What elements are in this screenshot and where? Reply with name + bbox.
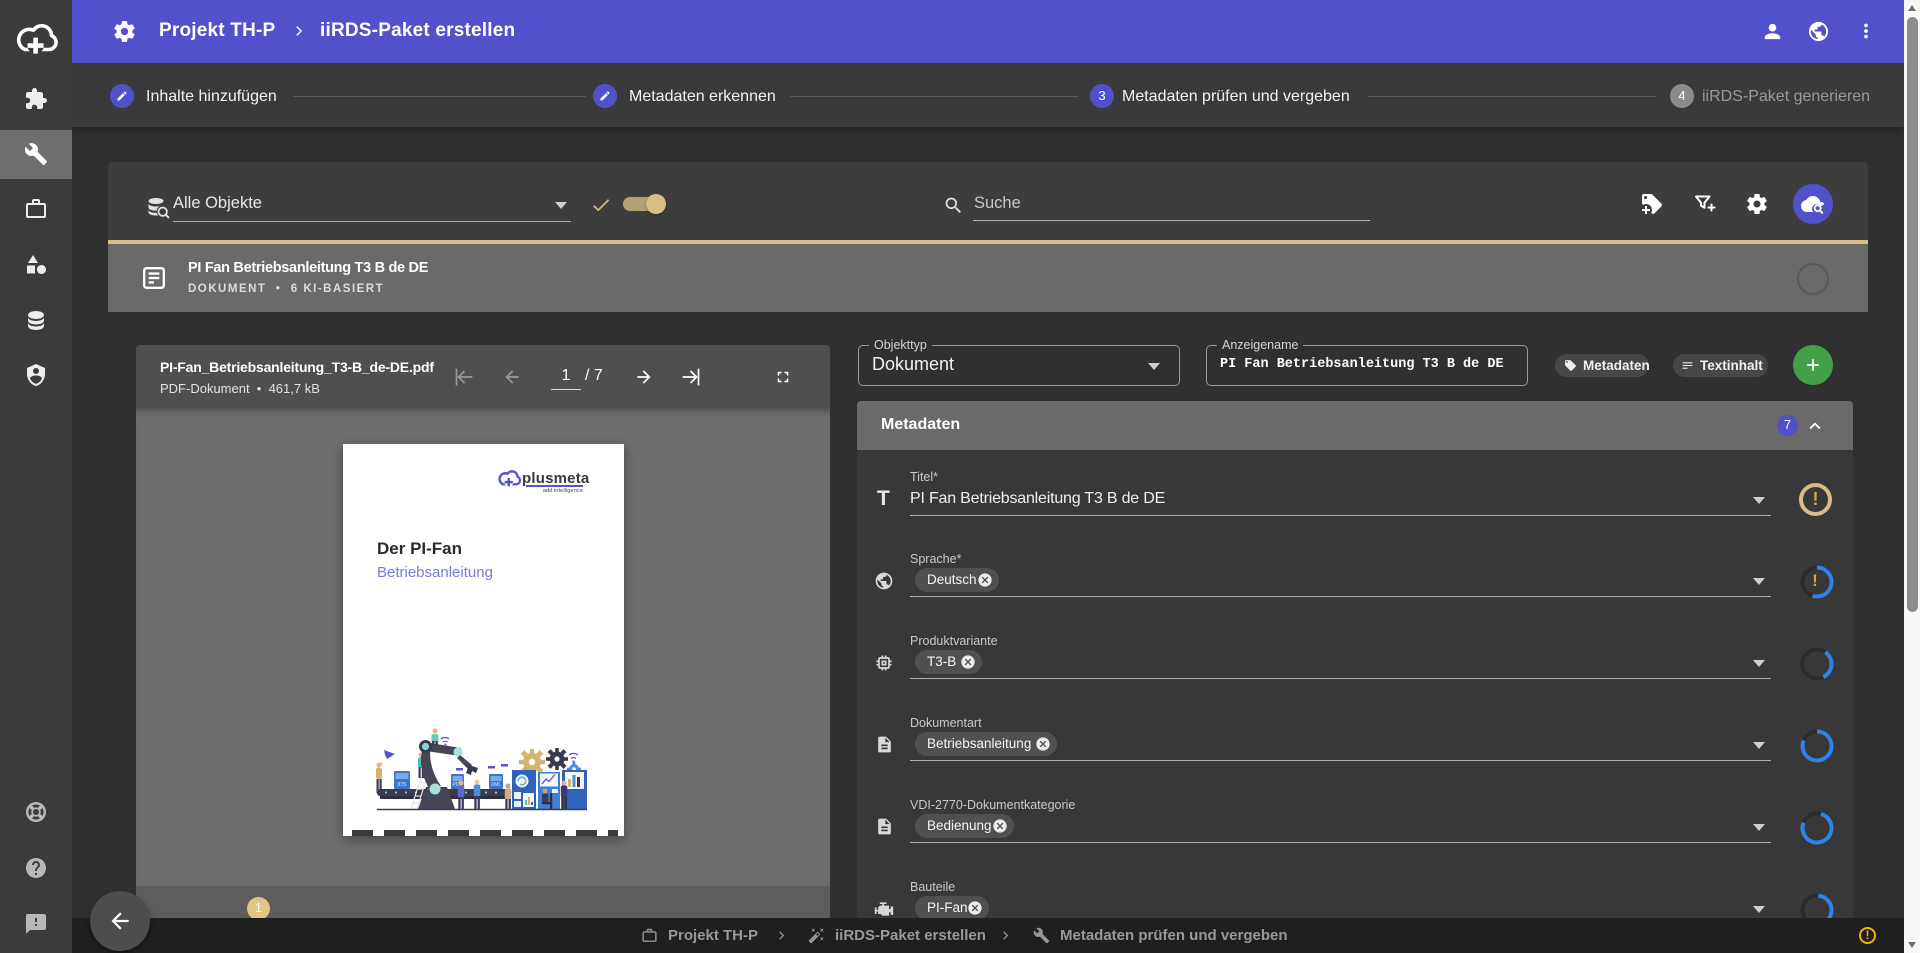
svg-text:IDS: IDS [397,782,407,788]
svg-text:XML: XML [491,782,502,788]
